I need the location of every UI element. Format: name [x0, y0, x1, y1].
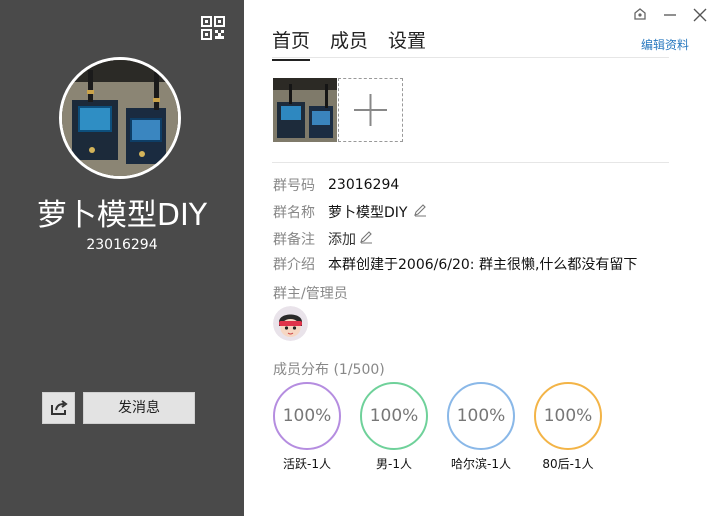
group-intro-label: 群介绍	[273, 257, 315, 273]
plus-icon	[354, 94, 387, 126]
info-row-remark: 群备注 添加	[273, 229, 373, 249]
info-row-number: 群号码 23016294	[273, 175, 399, 195]
skin-icon[interactable]	[631, 6, 649, 24]
share-icon	[51, 400, 68, 415]
add-remark-link[interactable]: 添加	[328, 229, 356, 249]
close-icon[interactable]	[691, 6, 709, 24]
pencil-icon[interactable]	[413, 203, 427, 221]
active-ring[interactable]: 100%	[273, 382, 341, 450]
qr-code-icon[interactable]	[201, 16, 225, 40]
group-number-label: 群号码	[273, 178, 315, 194]
region-ring[interactable]: 100%	[447, 382, 515, 450]
group-number-value: 23016294	[328, 177, 400, 193]
info-row-name: 群名称 萝卜模型DIY	[273, 202, 427, 222]
group-name-value: 萝卜模型DIY	[328, 205, 408, 221]
info-row-intro: 群介绍 本群创建于2006/6/20: 群主很懒,什么都没有留下	[273, 254, 637, 274]
group-intro-value: 本群创建于2006/6/20: 群主很懒,什么都没有留下	[328, 257, 638, 273]
gender-percent: 100%	[369, 406, 419, 426]
add-photo-button[interactable]	[338, 78, 403, 142]
region-percent: 100%	[456, 406, 506, 426]
tab-settings[interactable]: 设置	[388, 26, 426, 61]
group-name-label: 群名称	[273, 205, 315, 221]
gender-ring[interactable]: 100%	[360, 382, 428, 450]
gender-caption: 男-1人	[376, 457, 412, 471]
tab-divider	[272, 57, 669, 58]
distribution-label: 成员分布 (1/500)	[273, 362, 385, 378]
active-caption: 活跃-1人	[283, 457, 331, 471]
admins-label: 群主/管理员	[273, 286, 348, 302]
edit-profile-link[interactable]: 编辑资料	[641, 36, 689, 53]
tab-home[interactable]: 首页	[272, 26, 311, 61]
send-message-button[interactable]: 发消息	[83, 392, 195, 424]
tab-bar: 首页 成员 设置	[272, 26, 446, 61]
group-photo[interactable]	[273, 78, 337, 142]
minimize-icon[interactable]	[661, 6, 679, 24]
admin-avatar[interactable]	[273, 306, 308, 341]
tab-members[interactable]: 成员	[330, 26, 368, 61]
age-caption: 80后-1人	[542, 457, 594, 471]
photo-divider	[272, 162, 669, 163]
pencil-icon[interactable]	[359, 230, 373, 248]
age-percent: 100%	[543, 406, 593, 426]
age-ring[interactable]: 100%	[534, 382, 602, 450]
profile-panel: 萝卜模型DIY 23016294 发消息	[0, 0, 244, 516]
group-avatar[interactable]	[59, 57, 181, 179]
group-id-text: 23016294	[86, 237, 158, 253]
share-button[interactable]	[42, 392, 75, 424]
group-remark-label: 群备注	[273, 232, 315, 248]
region-caption: 哈尔滨-1人	[451, 457, 511, 471]
group-name-title: 萝卜模型DIY	[36, 198, 208, 233]
active-percent: 100%	[282, 406, 332, 426]
